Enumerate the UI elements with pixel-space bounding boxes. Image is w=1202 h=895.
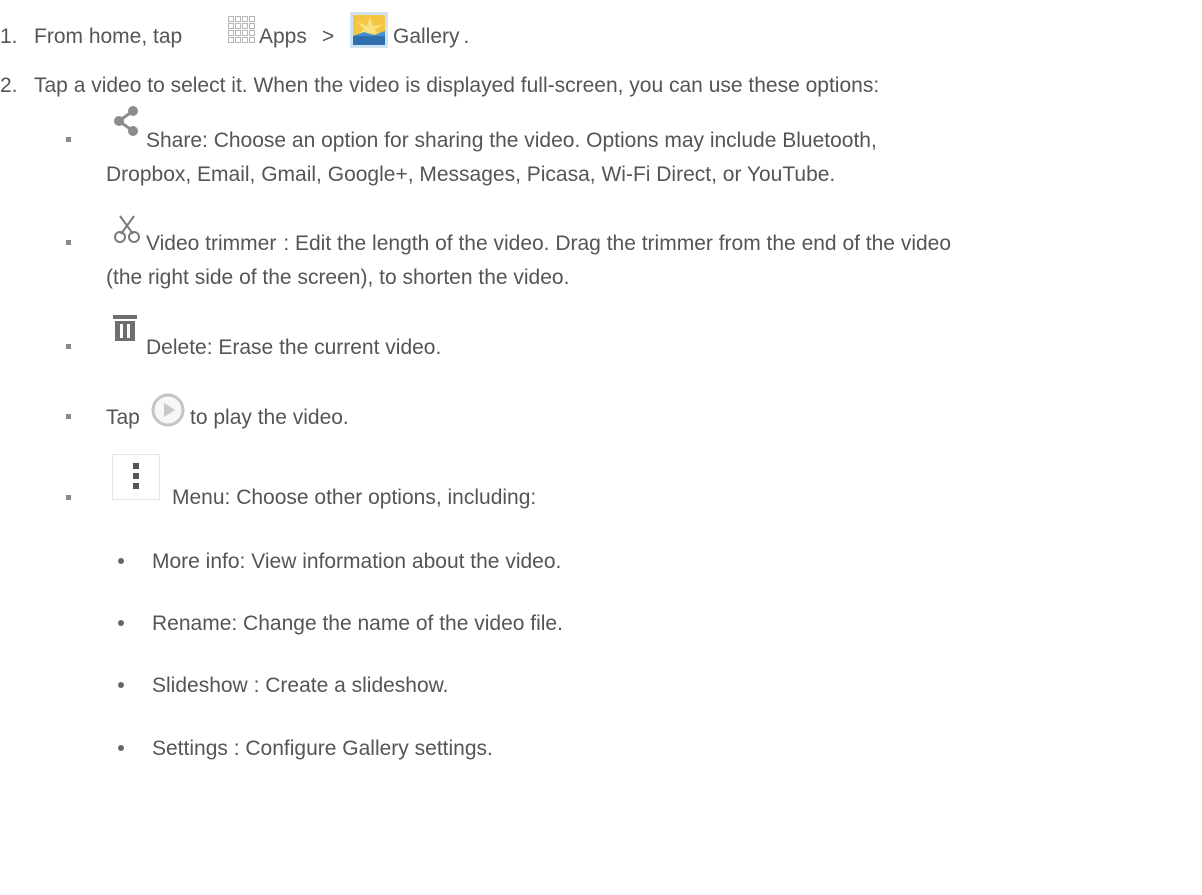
share-icon xyxy=(114,106,138,136)
instruction-page: { "steps": [ { "number": "1.", "text_bef… xyxy=(0,0,1202,895)
step-text: From home, tap xyxy=(34,25,183,48)
option-label: Menu xyxy=(172,486,225,509)
gallery-label: Gallery. xyxy=(393,25,470,48)
bullet xyxy=(66,414,71,419)
apps-grid-icon xyxy=(228,16,255,43)
option-description: : Choose an option for sharing the video… xyxy=(202,129,877,152)
play-text-before: Tap xyxy=(106,406,140,429)
option-description: : Edit the length of the video. Drag the… xyxy=(283,232,952,255)
play-icon xyxy=(151,393,185,427)
subitem-label: Slideshow xyxy=(152,674,248,697)
bullet xyxy=(66,137,71,142)
bullet xyxy=(118,745,124,751)
option-description: : Choose other options, including: xyxy=(224,486,537,509)
step-number: 2. xyxy=(0,74,18,97)
subitem-description: : View information about the video. xyxy=(239,550,562,573)
option-description-cont: (the right side of the screen), to short… xyxy=(106,266,570,289)
option-label: Delete xyxy=(146,336,207,359)
bullet xyxy=(118,620,124,626)
subitem-label: Settings xyxy=(152,737,228,760)
subitem-label: Rename xyxy=(152,612,232,635)
bullet xyxy=(66,344,71,349)
step-number: 1. xyxy=(0,25,18,48)
bullet xyxy=(118,682,124,688)
scissors-icon xyxy=(114,215,140,243)
subitem-label: More info xyxy=(152,550,240,573)
play-text-after: to play the video. xyxy=(190,406,349,429)
gallery-icon xyxy=(350,12,388,48)
menu-icon xyxy=(112,454,160,500)
apps-label: Apps xyxy=(259,25,307,48)
subitem-description: : Create a slideshow. xyxy=(247,674,449,697)
option-label: Share xyxy=(146,129,203,152)
subitem-description: : Change the name of the video file. xyxy=(231,612,563,635)
step-text: Tap a video to select it. When the video… xyxy=(34,74,880,97)
option-description-cont: Dropbox, Email, Gmail, Google+, Messages… xyxy=(106,163,836,186)
option-description: : Erase the current video. xyxy=(206,336,442,359)
arrow-separator: > xyxy=(322,25,335,48)
option-label: Video trimmer xyxy=(146,232,277,255)
subitem-description: : Configure Gallery settings. xyxy=(227,737,493,760)
bullet xyxy=(66,240,71,245)
bullet xyxy=(118,558,124,564)
bullet xyxy=(66,495,71,500)
trash-icon xyxy=(113,315,137,341)
